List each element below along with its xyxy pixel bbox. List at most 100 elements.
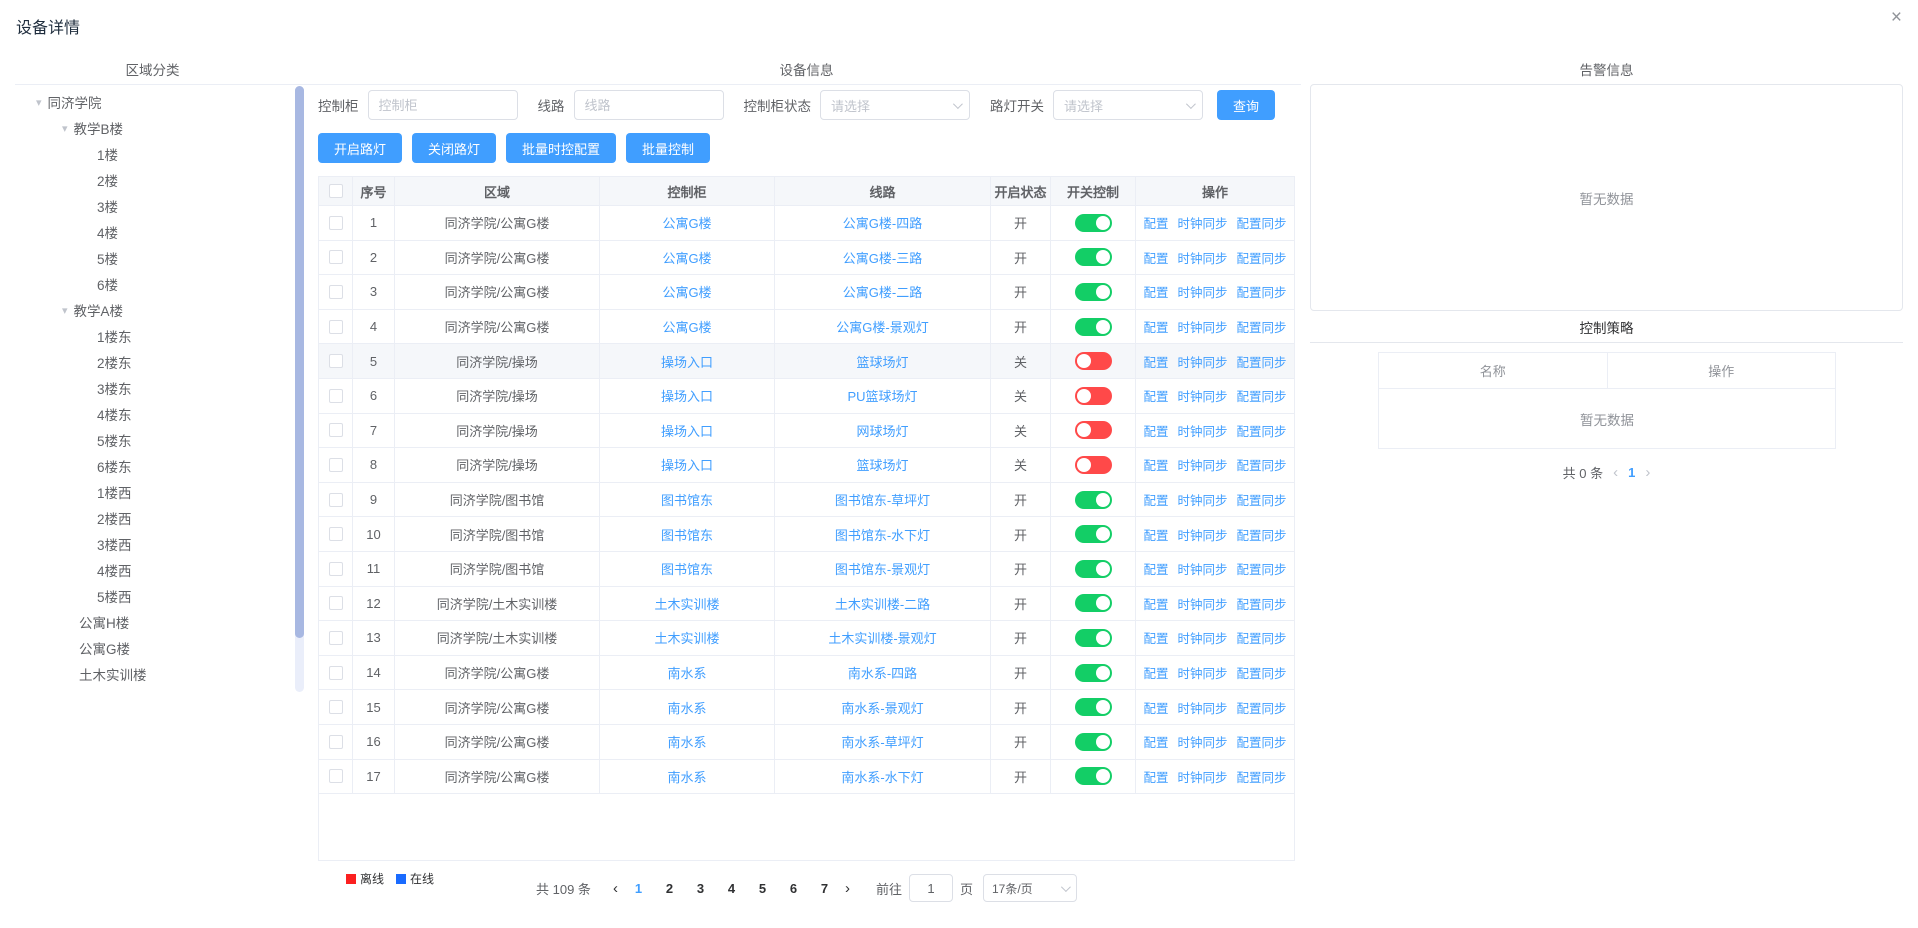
tree-item[interactable]: 4楼	[0, 219, 288, 245]
config-link[interactable]: 配置	[1143, 559, 1168, 578]
config-link[interactable]: 配置	[1143, 594, 1168, 613]
config-sync-link[interactable]: 配置同步	[1237, 352, 1287, 371]
row-checkbox[interactable]	[329, 389, 343, 403]
tree-item[interactable]: 4楼东	[0, 401, 288, 427]
cabinet-link[interactable]: 南水系	[667, 767, 706, 786]
line-link[interactable]: 南水系-草坪灯	[841, 732, 923, 751]
page-number[interactable]: 4	[719, 881, 744, 896]
config-sync-link[interactable]: 配置同步	[1237, 663, 1287, 682]
config-link[interactable]: 配置	[1143, 352, 1168, 371]
config-link[interactable]: 配置	[1143, 490, 1168, 509]
clock-sync-link[interactable]: 时钟同步	[1177, 628, 1227, 647]
clock-sync-link[interactable]: 时钟同步	[1177, 248, 1227, 267]
row-checkbox[interactable]	[329, 354, 343, 368]
config-link[interactable]: 配置	[1143, 628, 1168, 647]
line-link[interactable]: 网球场灯	[856, 421, 908, 440]
tree-item[interactable]: 2楼东	[0, 349, 288, 375]
prev-page-icon[interactable]: ‹	[605, 880, 626, 897]
config-link[interactable]: 配置	[1143, 455, 1168, 474]
tree-item[interactable]: 1楼	[0, 141, 288, 167]
clock-sync-link[interactable]: 时钟同步	[1177, 732, 1227, 751]
page-number[interactable]: 1	[626, 881, 651, 896]
batch-action-button[interactable]: 批量时控配置	[506, 133, 616, 163]
row-checkbox[interactable]	[329, 423, 343, 437]
switch-toggle[interactable]	[1075, 698, 1112, 716]
line-link[interactable]: 公寓G楼-四路	[843, 213, 922, 232]
tree-item[interactable]: 6楼	[0, 271, 288, 297]
line-link[interactable]: 图书馆东-景观灯	[835, 559, 930, 578]
prev-page-icon[interactable]: ‹	[1613, 464, 1618, 481]
switch-toggle[interactable]	[1075, 318, 1112, 336]
row-checkbox[interactable]	[329, 596, 343, 610]
page-number[interactable]: 2	[657, 881, 682, 896]
tree-scrollbar-thumb[interactable]	[295, 86, 304, 638]
config-sync-link[interactable]: 配置同步	[1237, 525, 1287, 544]
row-checkbox[interactable]	[329, 458, 343, 472]
clock-sync-link[interactable]: 时钟同步	[1177, 317, 1227, 336]
switch-toggle[interactable]	[1075, 421, 1112, 439]
config-link[interactable]: 配置	[1143, 213, 1168, 232]
switch-toggle[interactable]	[1075, 594, 1112, 612]
tree-item[interactable]: 3楼东	[0, 375, 288, 401]
tree-item[interactable]: 3楼	[0, 193, 288, 219]
next-page-icon[interactable]: ›	[837, 880, 858, 897]
close-icon[interactable]: ×	[1891, 8, 1902, 27]
tree-item[interactable]: ▾教学A楼	[0, 297, 288, 323]
cabinet-link[interactable]: 土木实训楼	[654, 594, 719, 613]
switch-toggle[interactable]	[1075, 491, 1112, 509]
batch-action-button[interactable]: 开启路灯	[318, 133, 402, 163]
line-link[interactable]: 篮球场灯	[856, 455, 908, 474]
tree-item[interactable]: 1楼西	[0, 479, 288, 505]
tree-item[interactable]: 公寓H楼	[0, 609, 288, 635]
clock-sync-link[interactable]: 时钟同步	[1177, 490, 1227, 509]
switch-toggle[interactable]	[1075, 525, 1112, 543]
config-link[interactable]: 配置	[1143, 525, 1168, 544]
cabinet-link[interactable]: 公寓G楼	[662, 282, 711, 301]
switch-toggle[interactable]	[1075, 733, 1112, 751]
page-size-select[interactable]: 17条/页	[983, 874, 1077, 902]
config-sync-link[interactable]: 配置同步	[1237, 213, 1287, 232]
cabinet-link[interactable]: 公寓G楼	[662, 248, 711, 267]
switch-toggle[interactable]	[1075, 629, 1112, 647]
clock-sync-link[interactable]: 时钟同步	[1177, 767, 1227, 786]
config-link[interactable]: 配置	[1143, 282, 1168, 301]
row-checkbox[interactable]	[329, 769, 343, 783]
cabinet-status-select[interactable]: 请选择	[820, 90, 970, 120]
line-link[interactable]: 南水系-四路	[848, 663, 917, 682]
tree-item[interactable]: 土木实训楼	[0, 661, 288, 687]
config-link[interactable]: 配置	[1143, 663, 1168, 682]
line-link[interactable]: 土木实训楼-二路	[835, 594, 930, 613]
cabinet-link[interactable]: 图书馆东	[661, 490, 713, 509]
cabinet-link[interactable]: 图书馆东	[661, 525, 713, 544]
switch-toggle[interactable]	[1075, 387, 1112, 405]
config-link[interactable]: 配置	[1143, 248, 1168, 267]
switch-toggle[interactable]	[1075, 283, 1112, 301]
config-sync-link[interactable]: 配置同步	[1237, 386, 1287, 405]
row-checkbox[interactable]	[329, 562, 343, 576]
cabinet-link[interactable]: 南水系	[667, 663, 706, 682]
clock-sync-link[interactable]: 时钟同步	[1177, 594, 1227, 613]
cabinet-filter-input[interactable]	[368, 90, 518, 120]
config-link[interactable]: 配置	[1143, 698, 1168, 717]
row-checkbox[interactable]	[329, 216, 343, 230]
expand-caret-icon[interactable]: ▾	[62, 122, 68, 135]
cabinet-link[interactable]: 操场入口	[661, 455, 713, 474]
clock-sync-link[interactable]: 时钟同步	[1177, 525, 1227, 544]
row-checkbox[interactable]	[329, 700, 343, 714]
row-checkbox[interactable]	[329, 493, 343, 507]
clock-sync-link[interactable]: 时钟同步	[1177, 455, 1227, 474]
config-sync-link[interactable]: 配置同步	[1237, 628, 1287, 647]
switch-toggle[interactable]	[1075, 214, 1112, 232]
line-link[interactable]: 南水系-景观灯	[841, 698, 923, 717]
cabinet-link[interactable]: 公寓G楼	[662, 317, 711, 336]
config-sync-link[interactable]: 配置同步	[1237, 282, 1287, 301]
cabinet-link[interactable]: 图书馆东	[661, 559, 713, 578]
config-link[interactable]: 配置	[1143, 421, 1168, 440]
expand-caret-icon[interactable]: ▾	[36, 96, 42, 109]
line-link[interactable]: 图书馆东-水下灯	[835, 525, 930, 544]
switch-toggle[interactable]	[1075, 767, 1112, 785]
line-link[interactable]: 南水系-水下灯	[841, 767, 923, 786]
expand-caret-icon[interactable]: ▾	[62, 304, 68, 317]
row-checkbox[interactable]	[329, 735, 343, 749]
tree-item[interactable]: 5楼东	[0, 427, 288, 453]
